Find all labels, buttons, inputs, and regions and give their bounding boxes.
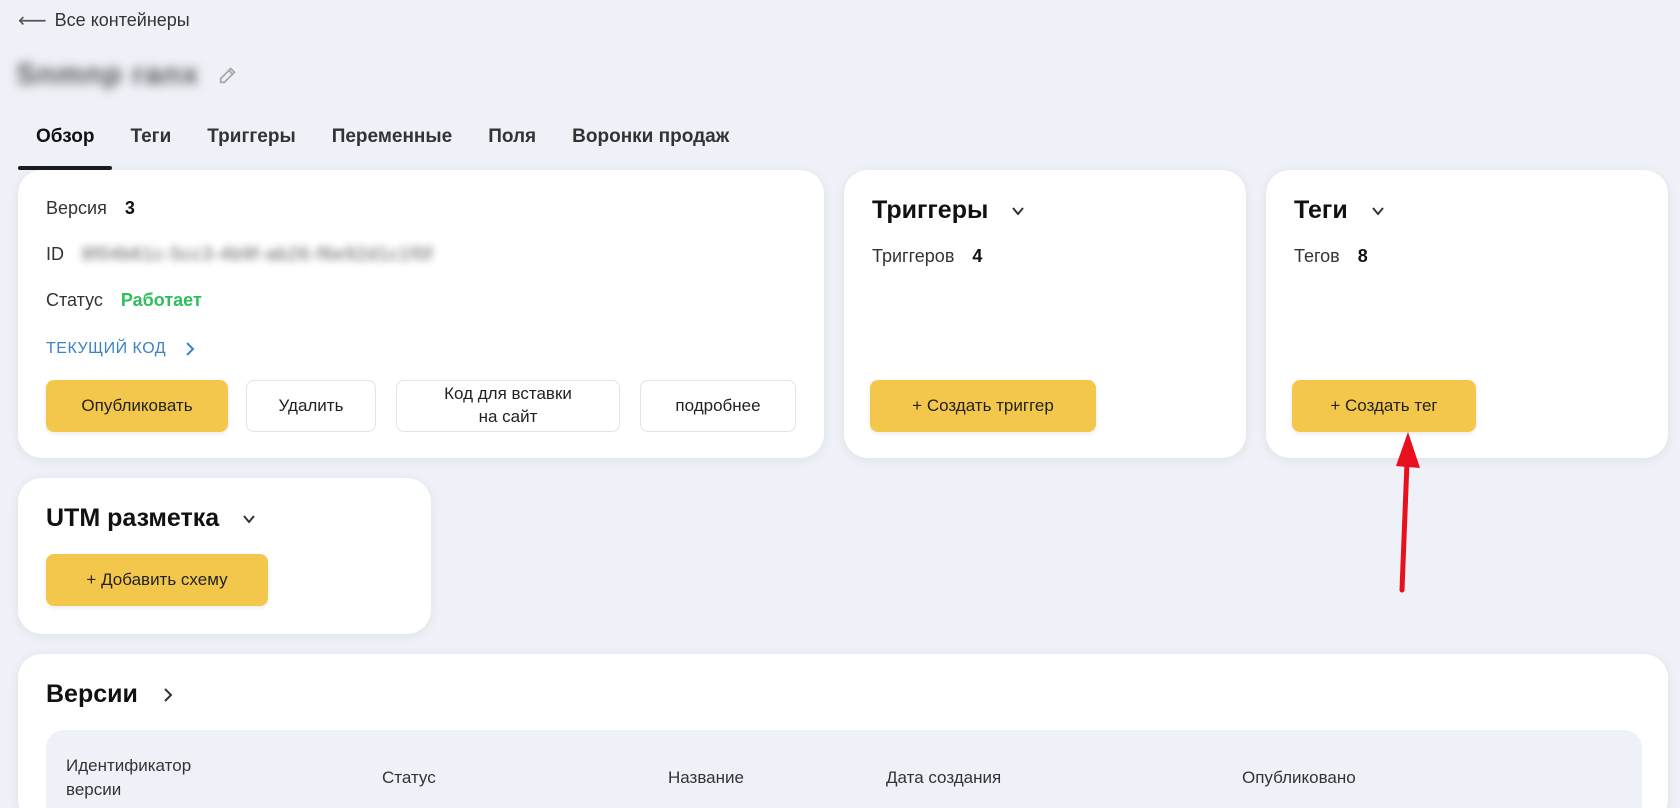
- col-version-id[interactable]: Идентификатор версии: [66, 754, 191, 802]
- current-code-label: ТЕКУЩИЙ КОД: [46, 340, 167, 357]
- col-published[interactable]: Опубликовано: [1242, 766, 1356, 790]
- triggers-title[interactable]: Триггеры: [872, 196, 1026, 225]
- chevron-right-icon: [164, 687, 173, 702]
- chevron-down-icon: [1012, 206, 1025, 216]
- tags-count-row: Тегов 8: [1294, 246, 1368, 267]
- chevron-down-icon: [1371, 206, 1384, 216]
- embed-code-button[interactable]: Код для вставки на сайт: [396, 380, 620, 432]
- triggers-count-label: Триггеров: [872, 246, 955, 266]
- utm-title[interactable]: UTM разметка: [46, 504, 257, 533]
- id-row: ID 8f04b61c-5cc3-4b9f-ab26-f6e92d1c1f0f: [46, 244, 433, 265]
- tab-triggers[interactable]: Триггеры: [189, 116, 313, 170]
- status-label: Статус: [46, 290, 103, 310]
- tab-sales-funnels[interactable]: Воронки продаж: [554, 116, 747, 170]
- utm-card: UTM разметка + Добавить схему: [18, 478, 431, 634]
- pencil-icon[interactable]: [217, 64, 239, 86]
- tags-count-label: Тегов: [1294, 246, 1340, 266]
- arrow-left-icon: ⟵: [18, 10, 47, 32]
- current-code-link[interactable]: ТЕКУЩИЙ КОД: [46, 340, 198, 358]
- delete-button[interactable]: Удалить: [246, 380, 376, 432]
- back-link-label: Все контейнеры: [54, 10, 190, 30]
- triggers-card: Триггеры Триггеров 4 + Создать триггер: [844, 170, 1246, 458]
- col-created-date[interactable]: Дата создания: [886, 766, 1001, 790]
- tags-count-value: 8: [1357, 246, 1368, 266]
- container-name: Snmnp ranx: [16, 58, 200, 91]
- tab-variables[interactable]: Переменные: [314, 116, 471, 170]
- utm-title-label: UTM разметка: [46, 504, 220, 532]
- versions-table-header: Идентификатор версии Статус Название Дат…: [46, 730, 1642, 808]
- tags-title-label: Теги: [1294, 196, 1348, 224]
- versions-title-label: Версии: [46, 680, 138, 708]
- overview-card: Версия 3 ID 8f04b61c-5cc3-4b9f-ab26-f6e9…: [18, 170, 824, 458]
- status-row: Статус Работает: [46, 290, 202, 311]
- tab-overview[interactable]: Обзор: [18, 116, 113, 170]
- tags-card: Теги Тегов 8 + Создать тег: [1266, 170, 1668, 458]
- back-to-containers-link[interactable]: ⟵ Все контейнеры: [18, 8, 190, 33]
- id-label: ID: [46, 244, 64, 264]
- create-tag-button[interactable]: + Создать тег: [1292, 380, 1476, 432]
- col-version-id-line2: версии: [66, 779, 122, 799]
- col-status[interactable]: Статус: [382, 766, 436, 790]
- version-row: Версия 3: [46, 198, 135, 219]
- version-label: Версия: [46, 198, 107, 218]
- col-version-id-line1: Идентификатор: [66, 756, 192, 775]
- embed-code-line2: на сайт: [478, 407, 538, 426]
- add-utm-scheme-button[interactable]: + Добавить схему: [46, 554, 268, 606]
- id-value: 8f04b61c-5cc3-4b9f-ab26-f6e92d1c1f0f: [82, 244, 434, 264]
- col-name[interactable]: Название: [668, 766, 744, 790]
- version-value: 3: [124, 198, 135, 218]
- triggers-count-value: 4: [972, 246, 983, 266]
- tabs-bar: Обзор Теги Триггеры Переменные Поля Воро…: [18, 116, 747, 170]
- container-title: Snmnp ranx: [16, 58, 239, 92]
- chevron-down-icon: [243, 514, 255, 524]
- embed-code-line1: Код для вставки: [444, 384, 572, 404]
- more-button[interactable]: подробнее: [640, 380, 796, 432]
- triggers-count-row: Триггеров 4: [872, 246, 982, 267]
- publish-button[interactable]: Опубликовать: [46, 380, 228, 432]
- create-trigger-button[interactable]: + Создать триггер: [870, 380, 1096, 432]
- versions-card: Версии Идентификатор версии Статус Назва…: [18, 654, 1668, 808]
- triggers-title-label: Триггеры: [872, 196, 989, 224]
- tab-fields[interactable]: Поля: [470, 116, 554, 170]
- chevron-right-icon: [186, 342, 195, 356]
- tab-tags[interactable]: Теги: [112, 116, 189, 170]
- tags-title[interactable]: Теги: [1294, 196, 1386, 225]
- status-badge: Работает: [120, 290, 202, 310]
- versions-title[interactable]: Версии: [46, 680, 176, 709]
